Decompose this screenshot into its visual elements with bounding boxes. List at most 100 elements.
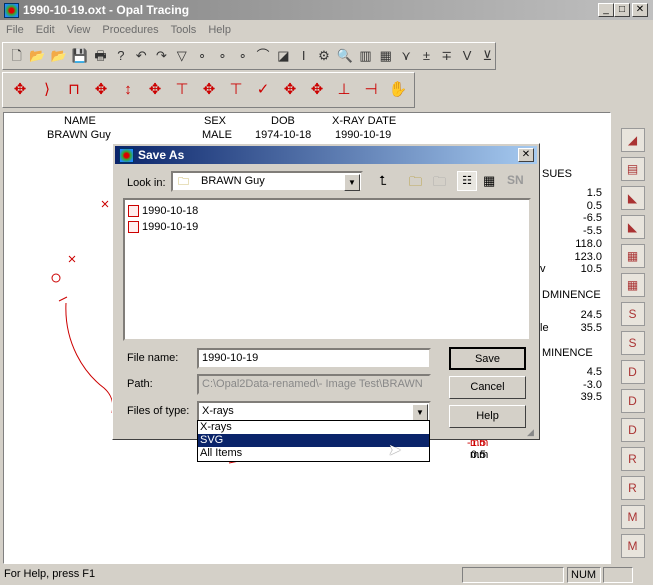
value: 24.5 xyxy=(580,309,602,321)
toolbar-button-icon[interactable]: 📂 xyxy=(51,47,67,65)
folder-icon: 🗀 xyxy=(178,176,189,188)
value: 0.5 xyxy=(470,449,486,461)
menu-view[interactable]: View xyxy=(61,24,97,36)
option-xrays[interactable]: X-rays xyxy=(198,421,429,434)
tracing-tool-icon[interactable]: ⟩ xyxy=(36,81,58,99)
menu-file[interactable]: File xyxy=(0,24,30,36)
details-view-icon[interactable]: ▦ xyxy=(483,173,495,189)
dialog-close-button[interactable]: ✕ xyxy=(518,148,534,162)
toolbar-button-icon[interactable]: I xyxy=(296,47,311,65)
toolbar-button-icon[interactable]: 💾 xyxy=(72,47,88,65)
new-folder-icon[interactable]: 🗀 xyxy=(409,173,422,195)
header-sex: SEX xyxy=(204,115,227,127)
file-icon xyxy=(128,205,139,217)
menu-edit[interactable]: Edit xyxy=(30,24,61,36)
help-button[interactable]: Help xyxy=(449,405,526,428)
cancel-button[interactable]: Cancel xyxy=(449,376,526,399)
toolbar-button-icon[interactable]: ⌒ xyxy=(255,47,270,65)
toolbar-button-icon[interactable]: ⋎ xyxy=(398,47,413,65)
toolbar-button-icon[interactable]: 🗋 xyxy=(9,47,24,65)
toolbar-button-icon[interactable]: ⚙ xyxy=(316,47,331,65)
tracing-tool-icon[interactable]: ✥ xyxy=(279,81,301,99)
look-in-label: Look in: xyxy=(127,177,166,189)
toolbar-button-icon[interactable]: 🔍 xyxy=(337,47,353,65)
right-tool-icon[interactable]: ▤ xyxy=(620,157,645,181)
tracing-tool-icon[interactable]: ✥ xyxy=(306,81,328,99)
toolbar-button-icon[interactable]: ▽ xyxy=(174,47,189,65)
file-item[interactable]: 1990-10-19 xyxy=(128,219,526,235)
toolbar-button-icon[interactable]: ⊻ xyxy=(480,47,495,65)
menu-procedures[interactable]: Procedures xyxy=(96,24,164,36)
tracing-tool-icon[interactable]: ✥ xyxy=(9,81,31,99)
header-dob: DOB xyxy=(271,115,295,127)
toolbar-button-icon[interactable]: V xyxy=(459,47,474,65)
up-folder-icon[interactable]: ⮤ xyxy=(379,173,387,189)
tracing-tool-icon[interactable]: ✋ xyxy=(387,81,409,99)
files-of-type-select[interactable]: X-rays ▼ xyxy=(197,401,431,422)
tracing-tool-icon[interactable]: ✥ xyxy=(144,81,166,99)
minimize-button[interactable]: _ xyxy=(598,3,614,17)
right-tool-icon[interactable]: M xyxy=(620,534,645,558)
row-label-fragment: v xyxy=(540,263,546,275)
toolbar-button-icon[interactable]: ∘ xyxy=(194,47,209,65)
right-tool-icon[interactable]: ▦ xyxy=(620,273,645,297)
tracing-tool-icon[interactable]: ⊤ xyxy=(171,81,193,99)
patient-sex: MALE xyxy=(202,129,232,141)
toolbar-button-icon[interactable]: ∓ xyxy=(439,47,454,65)
section-heading: SUES xyxy=(542,168,572,180)
tracing-tool-icon[interactable]: ✥ xyxy=(90,81,112,99)
resize-grip-icon[interactable]: ◢ xyxy=(527,427,534,438)
right-tool-icon[interactable]: ◢ xyxy=(620,128,645,152)
thumbnail-view-icon[interactable]: SN xyxy=(507,173,524,187)
maximize-button[interactable]: □ xyxy=(614,3,630,17)
save-button[interactable]: Save xyxy=(449,347,526,370)
right-tool-icon[interactable]: ◣ xyxy=(620,215,645,239)
chevron-down-icon[interactable]: ▼ xyxy=(412,404,428,421)
tracing-tool-icon[interactable]: ✥ xyxy=(198,81,220,99)
right-tool-icon[interactable]: M xyxy=(620,505,645,529)
toolbar-button-icon[interactable]: ◪ xyxy=(276,47,291,65)
toolbar-button-icon[interactable]: ↶ xyxy=(134,47,149,65)
status-num: NUM xyxy=(567,567,601,583)
tracing-tool-icon[interactable]: ⊤ xyxy=(225,81,247,99)
patient-name: BRAWN Guy xyxy=(47,129,111,141)
toolbar-button-icon[interactable]: ▥ xyxy=(358,47,373,65)
chevron-down-icon[interactable]: ▼ xyxy=(344,174,360,191)
tracing-tool-icon[interactable]: ✓ xyxy=(252,81,274,99)
tracing-tool-icon[interactable]: ↕ xyxy=(117,81,139,99)
tracing-tool-icon[interactable]: ⊓ xyxy=(63,81,85,99)
right-tool-icon[interactable]: D xyxy=(620,360,645,384)
value: 0.5 xyxy=(586,199,602,212)
path-label: Path: xyxy=(127,378,153,390)
toolbar-button-icon[interactable]: ± xyxy=(419,47,434,65)
value: 35.5 xyxy=(580,321,602,334)
tracing-tool-icon[interactable]: ⊣ xyxy=(360,81,382,99)
toolbar-button-icon[interactable]: 📂 xyxy=(29,47,45,65)
file-item[interactable]: 1990-10-18 xyxy=(128,203,526,219)
file-name-input[interactable]: 1990-10-19 xyxy=(197,348,431,369)
look-in-select[interactable]: 🗀 BRAWN Guy ▼ xyxy=(171,171,363,192)
tracing-tool-icon[interactable]: ⊥ xyxy=(333,81,355,99)
file-name: 1990-10-19 xyxy=(142,221,199,233)
list-view-icon[interactable]: ☷ xyxy=(457,171,477,191)
right-tool-icon[interactable]: D xyxy=(620,418,645,442)
right-tool-icon[interactable]: R xyxy=(620,447,645,471)
close-button[interactable]: ✕ xyxy=(632,3,648,17)
patient-dob: 1974-10-18 xyxy=(255,129,312,141)
toolbar-button-icon[interactable]: ▦ xyxy=(378,47,393,65)
right-tool-icon[interactable]: ▦ xyxy=(620,244,645,268)
menu-help[interactable]: Help xyxy=(202,24,237,36)
toolbar-button-icon[interactable]: ∘ xyxy=(235,47,250,65)
right-tool-icon[interactable]: S xyxy=(620,331,645,355)
toolbar-button-icon[interactable]: ? xyxy=(113,47,128,65)
right-tool-icon[interactable]: S xyxy=(620,302,645,326)
toolbar-button-icon[interactable]: ∘ xyxy=(215,47,230,65)
menu-tools[interactable]: Tools xyxy=(165,24,203,36)
right-tool-icon[interactable]: D xyxy=(620,389,645,413)
toolbar-button-icon[interactable]: 🖶 xyxy=(93,47,108,65)
toolbar-button-icon[interactable]: ↷ xyxy=(154,47,169,65)
right-tool-icon[interactable]: R xyxy=(620,476,645,500)
look-in-value: BRAWN Guy xyxy=(201,175,265,187)
section-heading: DMINENCE xyxy=(542,289,601,301)
right-tool-icon[interactable]: ◣ xyxy=(620,186,645,210)
